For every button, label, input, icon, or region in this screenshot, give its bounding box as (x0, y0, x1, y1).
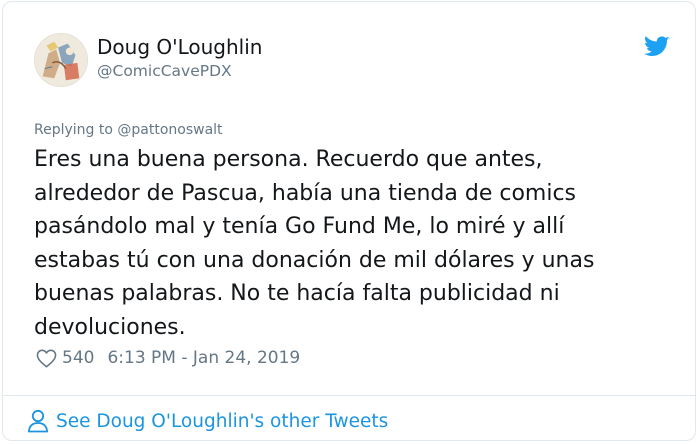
author-display-name[interactable]: Doug O'Loughlin (97, 35, 262, 59)
author-handle[interactable]: @ComicCavePDX (97, 62, 232, 80)
tweet-text-line: buenas palabras. No te hacía falta publi… (34, 281, 560, 306)
like-count[interactable]: 540 (62, 348, 94, 368)
tweet-text-line: pasándolo mal y tenía Go Fund Me, lo mir… (34, 214, 565, 239)
twitter-bird-icon[interactable] (644, 36, 670, 58)
tweet-timestamp[interactable]: 6:13 PM - Jan 24, 2019 (107, 348, 300, 368)
tweet-text: Eres una buena persona. Recuerdo que ant… (34, 143, 674, 344)
reply-mention-link[interactable]: @pattonoswalt (117, 122, 222, 138)
tweet-text-line: alrededor de Pascua, había una tienda de… (34, 180, 577, 206)
other-tweets-label[interactable]: See Doug O'Loughlin's other Tweets (56, 411, 388, 432)
avatar-image (35, 34, 87, 86)
reply-context: Replying to @pattonoswalt (34, 122, 223, 138)
avatar[interactable] (34, 33, 88, 87)
other-tweets-link[interactable]: See Doug O'Loughlin's other Tweets (27, 408, 388, 434)
tweet-meta: 540 6:13 PM - Jan 24, 2019 (36, 346, 300, 370)
tweet-text-line: Eres una buena persona. Recuerdo que ant… (34, 147, 543, 172)
heart-icon[interactable] (36, 349, 57, 368)
reply-prefix: Replying to (34, 122, 113, 138)
tweet-text-line: devoluciones. (34, 314, 186, 340)
tweet-text-line: estabas tú con una donación de mil dólar… (34, 247, 595, 273)
person-icon (27, 409, 49, 433)
tweet-card: Doug O'Loughlin @ComicCavePDX Replying t… (2, 1, 696, 441)
divider (3, 395, 695, 396)
